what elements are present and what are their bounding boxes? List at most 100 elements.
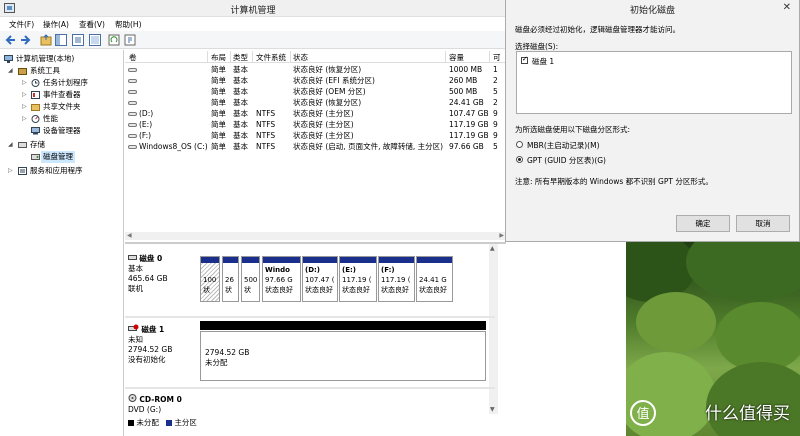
collapsed-arrow-icon[interactable]: ▷	[8, 165, 14, 177]
volume-list-hscrollbar[interactable]: ◀ ▶	[125, 232, 506, 240]
volume-cell-layout: 简单	[211, 87, 226, 96]
foliage	[636, 292, 716, 352]
col-status[interactable]: 状态	[293, 52, 308, 63]
cdrom-info[interactable]: CD-ROM 0 DVD (G:)	[128, 394, 198, 415]
volume-cell-type: 基本	[233, 142, 248, 151]
col-free[interactable]: 可	[493, 52, 501, 63]
title-bar: 计算机管理	[0, 0, 506, 17]
disk0-partition[interactable]: (F:) 117.19 (状态良好	[378, 256, 415, 302]
expanded-arrow-icon[interactable]: ◢	[8, 139, 14, 151]
scroll-left-arrow-icon[interactable]: ◀	[127, 232, 132, 239]
scroll-down-arrow-icon[interactable]: ▼	[490, 406, 495, 413]
partition-status: 状	[225, 286, 232, 294]
tree-task-scheduler-label: 任务计划程序	[43, 78, 88, 87]
col-volume[interactable]: 卷	[129, 52, 137, 63]
disk0-partition[interactable]: 100 状	[200, 256, 220, 302]
volume-row[interactable]: (D:) 简单 基本 NTFS 状态良好 (主分区) 107.47 GB 9	[125, 109, 498, 119]
partition-stripe	[340, 257, 376, 263]
up-folder-icon[interactable]	[40, 34, 52, 46]
expanded-arrow-icon[interactable]: ◢	[8, 65, 14, 77]
help-icon[interactable]	[89, 34, 101, 46]
mbr-label[interactable]: MBR(主启动记录)(M)	[527, 140, 600, 151]
col-divider	[230, 51, 231, 62]
volume-row[interactable]: 简单 基本 状态良好 (OEM 分区) 500 MB 5	[125, 87, 498, 97]
volume-row[interactable]: 简单 基本 状态良好 (恢复分区) 24.41 GB 2	[125, 98, 498, 108]
cancel-button[interactable]: 取消	[736, 215, 790, 232]
cdrom-icon	[128, 394, 137, 402]
col-capacity[interactable]: 容量	[449, 52, 464, 63]
mbr-radio[interactable]	[516, 141, 523, 148]
disk-select-list[interactable]: 磁盘 1	[516, 51, 792, 114]
disk0-partition[interactable]: 24.41 G 状态良好	[416, 256, 453, 302]
partition-status: 状态良好	[305, 286, 333, 294]
gpt-label[interactable]: GPT (GUID 分区表)(G)	[527, 155, 606, 166]
collapsed-arrow-icon[interactable]: ▷	[22, 89, 28, 101]
volume-cell-status: 状态良好 (主分区)	[293, 109, 354, 118]
disk0-partition[interactable]: 500 状	[241, 256, 260, 302]
window-title: 计算机管理	[230, 6, 276, 16]
event-log-icon	[31, 91, 40, 99]
disk1-unallocated-partition[interactable]: 2794.52 GB 未分配	[200, 331, 486, 381]
scroll-right-arrow-icon[interactable]: ▶	[499, 232, 504, 239]
disk-icon	[128, 255, 137, 260]
volume-row[interactable]: 简单 基本 状态良好 (恢复分区) 1000 MB 1	[125, 65, 498, 75]
volume-cell-status: 状态良好 (OEM 分区)	[293, 87, 366, 96]
legend-primary: 主分区	[174, 418, 197, 427]
back-arrow-icon[interactable]	[5, 34, 17, 46]
forward-arrow-icon[interactable]	[19, 34, 31, 46]
disk0-partition[interactable]: (D:) 107.47 (状态良好	[302, 256, 338, 302]
menu-help[interactable]: 帮助(H)	[115, 19, 142, 30]
disk0-info[interactable]: 磁盘 0 基本 465.64 GB 联机	[128, 254, 198, 294]
volume-cell-free: 9	[493, 131, 498, 140]
export-icon[interactable]	[124, 34, 136, 46]
partition-size: 500	[244, 276, 258, 284]
disk-separator	[125, 387, 495, 389]
menu-file[interactable]: 文件(F)	[9, 19, 34, 30]
properties-icon[interactable]	[72, 34, 84, 46]
disk0-partition[interactable]: (E:) 117.19 (状态良好	[339, 256, 377, 302]
disk0-partition[interactable]: Windo 97.66 G 状态良好	[262, 256, 301, 302]
volume-row[interactable]: Windows8_OS (C:) 简单 基本 NTFS 状态良好 (启动, 页面文件, …	[125, 142, 498, 152]
collapsed-arrow-icon[interactable]: ▷	[22, 101, 28, 113]
ok-button[interactable]: 确定	[676, 215, 730, 232]
partition-label: (E:)	[342, 266, 356, 274]
col-layout[interactable]: 布局	[211, 52, 226, 63]
disk0-size: 465.64 GB	[128, 274, 168, 283]
volume-cell-free: 2	[493, 76, 498, 85]
gpt-radio[interactable]	[516, 156, 523, 163]
drive-icon	[128, 79, 137, 83]
volume-cell-cap: 117.19 GB	[449, 120, 488, 129]
refresh-icon[interactable]	[108, 34, 120, 46]
collapsed-arrow-icon[interactable]: ▷	[22, 77, 28, 89]
volume-row[interactable]: 简单 基本 状态良好 (EFI 系统分区) 260 MB 2	[125, 76, 498, 86]
col-divider	[207, 51, 208, 62]
disk1-info[interactable]: 磁盘 1 未知 2794.52 GB 没有初始化	[128, 324, 198, 365]
drive-icon	[128, 145, 137, 149]
volume-cell-cap: 107.47 GB	[449, 109, 488, 118]
show-console-tree-icon[interactable]	[55, 34, 67, 46]
disk0-partition[interactable]: 26 状	[222, 256, 239, 302]
disk1-checkbox[interactable]	[521, 55, 528, 64]
volume-cell-cap: 117.19 GB	[449, 131, 488, 140]
volume-row[interactable]: (E:) 简单 基本 NTFS 状态良好 (主分区) 117.19 GB 9	[125, 120, 498, 130]
scroll-up-arrow-icon[interactable]: ▲	[490, 245, 495, 252]
tree-disk-management-label: 磁盘管理	[41, 151, 75, 163]
initialize-disk-dialog: 初始化磁盘 ✕ 磁盘必须经过初始化，逻辑磁盘管理器才能访问。 选择磁盘(S): …	[505, 0, 800, 242]
collapsed-arrow-icon[interactable]: ▷	[22, 113, 28, 125]
volume-cell-type: 基本	[233, 131, 248, 140]
legend-primary-swatch	[166, 420, 173, 426]
col-type[interactable]: 类型	[233, 52, 248, 63]
toolbar	[0, 31, 506, 49]
volume-cell-free: 9	[493, 109, 498, 118]
drive-icon	[128, 101, 137, 105]
partition-stripe	[303, 257, 337, 263]
menu-view[interactable]: 查看(V)	[79, 19, 105, 30]
disk0-type: 基本	[128, 264, 143, 273]
volume-row[interactable]: (F:) 简单 基本 NTFS 状态良好 (主分区) 117.19 GB 9	[125, 131, 498, 141]
menu-action[interactable]: 操作(A)	[43, 19, 69, 30]
close-icon[interactable]: ✕	[783, 2, 791, 13]
clock-icon	[31, 79, 40, 87]
partition-status: 状态良好	[265, 286, 293, 294]
col-filesystem[interactable]: 文件系统	[256, 52, 286, 63]
disk1-list-item[interactable]: 磁盘 1	[532, 56, 554, 67]
